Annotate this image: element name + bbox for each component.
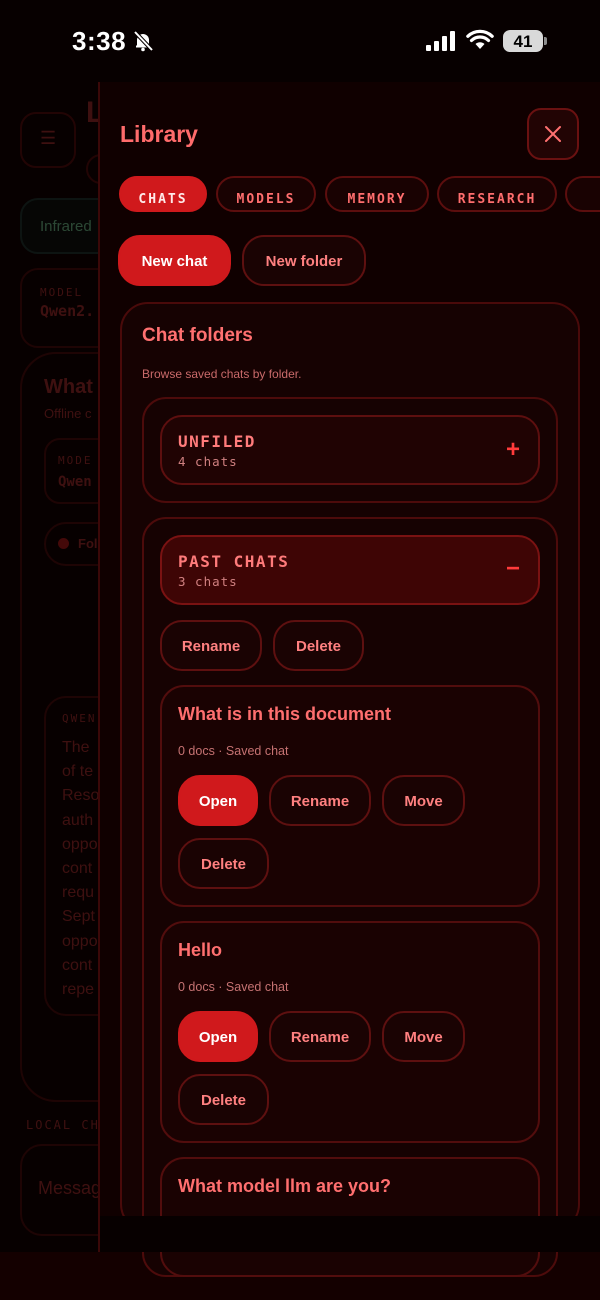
new-folder-button[interactable]: New folder [242, 235, 366, 286]
wifi-icon [466, 29, 494, 49]
panel-subtitle: Browse saved chats by folder. [142, 367, 302, 381]
expand-plus-icon[interactable]: + [500, 436, 526, 464]
battery-icon: 41 [503, 30, 547, 52]
move-chat-button[interactable]: Move [382, 1011, 465, 1062]
battery-level: 41 [513, 32, 533, 51]
status-bar: 3:38 41 [0, 0, 600, 82]
local-caption: LOCAL CH [26, 1118, 100, 1132]
status-text: Infrared [40, 218, 92, 235]
rename-chat-button[interactable]: Rename [269, 775, 371, 826]
drawer-footer [100, 1216, 600, 1252]
tab-models[interactable]: MODELS [216, 176, 316, 212]
move-chat-button[interactable]: Move [382, 775, 465, 826]
status-time: 3:38 [72, 26, 127, 56]
bell-muted-icon [133, 30, 154, 52]
open-chat-button[interactable]: Open [178, 1011, 258, 1062]
chat-title: What model llm are you? [178, 1176, 392, 1196]
signal-icon [426, 31, 455, 51]
library-title: Library [120, 121, 198, 147]
chat-card-subtitle: Offline c [44, 406, 92, 421]
folder-chip-label: Fol [78, 536, 98, 551]
hamburger-icon: ☰ [40, 128, 57, 148]
folder-name: PAST CHATS [178, 552, 290, 571]
rename-chat-button[interactable]: Rename [269, 1011, 371, 1062]
collapse-minus-icon[interactable]: − [500, 555, 526, 583]
message-placeholder: Messag [38, 1178, 102, 1198]
tab-more[interactable] [565, 176, 600, 212]
chat-meta: 0 docs · Saved chat [178, 980, 289, 994]
model-caption: MODEL [40, 286, 84, 299]
status-dot [58, 538, 69, 549]
rename-folder-button[interactable]: Rename [160, 620, 262, 671]
library-tabs: CHATS MODELS MEMORY RESEARCH [98, 176, 600, 214]
chat-title: What is in this document [178, 704, 392, 724]
reply-text: The of te Reso auth oppo cont requ Sept … [62, 739, 100, 999]
delete-chat-button[interactable]: Delete [178, 838, 269, 889]
tab-memory[interactable]: MEMORY [325, 176, 429, 212]
open-chat-button[interactable]: Open [178, 775, 258, 826]
folder-count: 4 chats [178, 454, 238, 469]
mode-value: Qwen [58, 474, 92, 490]
tab-chats[interactable]: CHATS [119, 176, 207, 212]
mode-caption: MODE [58, 454, 93, 467]
chat-meta: 0 docs · Saved chat [178, 744, 289, 758]
chat-title: Hello [178, 940, 223, 960]
delete-chat-button[interactable]: Delete [178, 1074, 269, 1125]
chat-card-title: What [44, 376, 93, 398]
model-value: Qwen2. [40, 302, 95, 320]
close-button[interactable] [527, 108, 579, 160]
panel-title: Chat folders [142, 325, 253, 346]
delete-folder-button[interactable]: Delete [273, 620, 364, 671]
reply-caption: QWEN [62, 712, 97, 725]
folder-count: 3 chats [178, 574, 238, 589]
close-icon [545, 126, 561, 142]
new-chat-button[interactable]: New chat [118, 235, 231, 286]
tab-research[interactable]: RESEARCH [437, 176, 557, 212]
folder-name: UNFILED [178, 432, 256, 451]
